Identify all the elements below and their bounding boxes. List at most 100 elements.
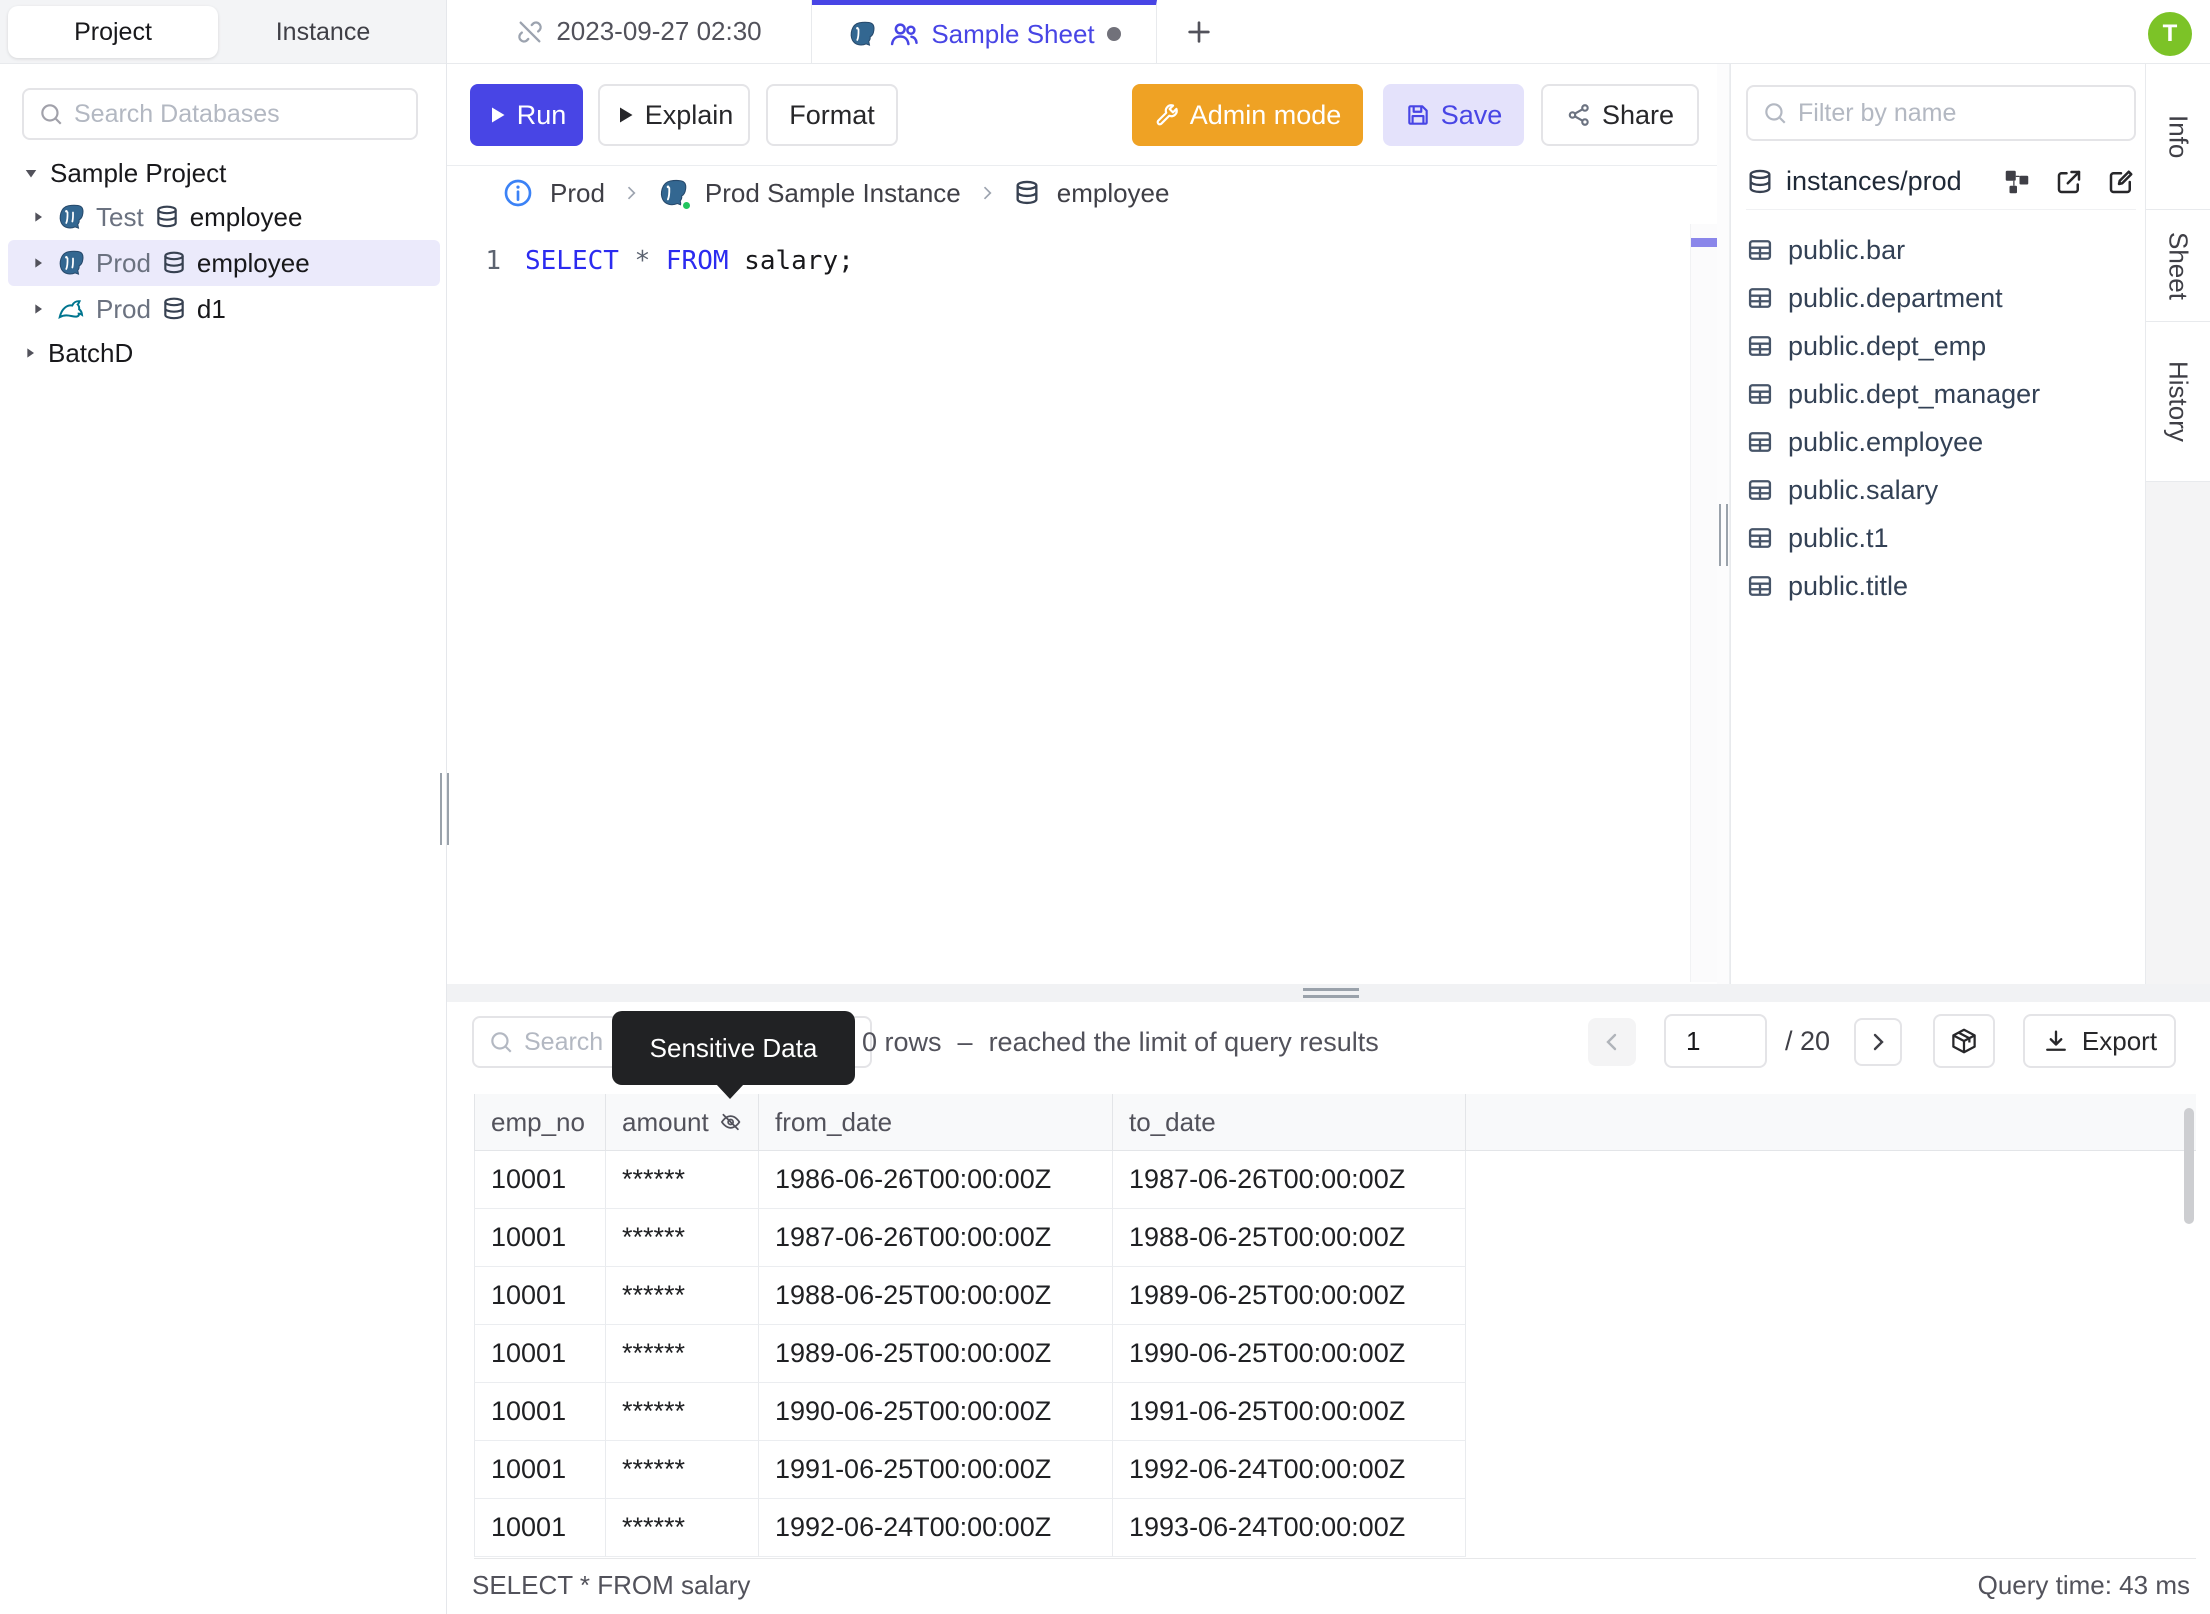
download-icon bbox=[2046, 1030, 2066, 1051]
table-list-item[interactable]: public.title bbox=[1746, 562, 2136, 610]
save-button[interactable]: Save bbox=[1383, 84, 1524, 146]
cell[interactable]: 1993-06-24T00:00:00Z bbox=[1113, 1499, 1466, 1557]
breadcrumb-environment[interactable]: Prod bbox=[550, 178, 605, 209]
cell[interactable]: 1990-06-25T00:00:00Z bbox=[759, 1383, 1113, 1441]
cell[interactable]: 1991-06-25T00:00:00Z bbox=[759, 1441, 1113, 1499]
cell[interactable]: ****** bbox=[606, 1151, 759, 1209]
tree-node-test-employee[interactable]: Test employee bbox=[8, 194, 440, 240]
tab-history[interactable]: History bbox=[2146, 322, 2210, 482]
cell[interactable]: 10001 bbox=[474, 1267, 606, 1325]
cell-filler bbox=[1466, 1383, 2196, 1441]
tab-info[interactable]: Info bbox=[2146, 64, 2210, 210]
tab-instance[interactable]: Instance bbox=[218, 6, 428, 58]
table-list-item[interactable]: public.employee bbox=[1746, 418, 2136, 466]
filter-box bbox=[1746, 85, 2136, 141]
cell[interactable]: 1987-06-26T00:00:00Z bbox=[759, 1209, 1113, 1267]
tree-node-prod-d1[interactable]: Prod d1 bbox=[8, 286, 440, 332]
panel-divider bbox=[1717, 64, 1730, 984]
cell[interactable]: 1989-06-25T00:00:00Z bbox=[759, 1325, 1113, 1383]
cell[interactable]: ****** bbox=[606, 1325, 759, 1383]
table-list-item[interactable]: public.salary bbox=[1746, 466, 2136, 514]
breadcrumb-instance[interactable]: Prod Sample Instance bbox=[705, 178, 961, 209]
right-tab-strip: Info Sheet History bbox=[2145, 64, 2210, 984]
eye-off-icon[interactable] bbox=[719, 1110, 742, 1134]
cell[interactable]: 1988-06-25T00:00:00Z bbox=[1113, 1209, 1466, 1267]
cell[interactable]: 1988-06-25T00:00:00Z bbox=[759, 1267, 1113, 1325]
environment-label: Prod bbox=[96, 293, 151, 324]
table-name: public.t1 bbox=[1788, 522, 1889, 553]
save-icon bbox=[1407, 105, 1428, 125]
unsaved-indicator-dot bbox=[1106, 27, 1121, 41]
database-tree: Sample Project Test employee Prod employ… bbox=[8, 152, 440, 374]
sheet-tab-active[interactable]: Sample Sheet bbox=[812, 0, 1157, 63]
results-splitter bbox=[447, 984, 2210, 1002]
table-list-item[interactable]: public.department bbox=[1746, 274, 2136, 322]
environment-label: Prod bbox=[96, 247, 151, 278]
tab-project[interactable]: Project bbox=[8, 6, 218, 58]
tree-node-prod-employee[interactable]: Prod employee bbox=[8, 240, 440, 286]
search-icon bbox=[1765, 103, 1786, 124]
sidebar-resize-handle[interactable] bbox=[440, 773, 449, 845]
result-view-mode-button[interactable] bbox=[1933, 1014, 1995, 1068]
next-page-button[interactable] bbox=[1854, 1018, 1902, 1066]
cell[interactable]: 1992-06-24T00:00:00Z bbox=[759, 1499, 1113, 1557]
sql-code-editor[interactable]: 1 SELECT * FROM salary; bbox=[447, 220, 1717, 984]
format-button[interactable]: Format bbox=[766, 84, 898, 146]
admin-mode-label: Admin mode bbox=[1189, 99, 1342, 130]
filter-by-name-input[interactable] bbox=[1798, 98, 2120, 128]
cell[interactable]: 1992-06-24T00:00:00Z bbox=[1113, 1441, 1466, 1499]
tree-node-sample-project[interactable]: Sample Project bbox=[8, 152, 440, 194]
cell[interactable]: 10001 bbox=[474, 1441, 606, 1499]
admin-mode-button[interactable]: Admin mode bbox=[1132, 84, 1363, 146]
cell[interactable]: ****** bbox=[606, 1209, 759, 1267]
cell[interactable]: 1991-06-25T00:00:00Z bbox=[1113, 1383, 1466, 1441]
limit-message: reached the limit of query results bbox=[988, 1026, 1379, 1057]
cell[interactable]: ****** bbox=[606, 1499, 759, 1557]
results-scrollbar-thumb[interactable] bbox=[2184, 1108, 2194, 1224]
page-number-input[interactable] bbox=[1664, 1014, 1767, 1068]
cell[interactable]: ****** bbox=[606, 1383, 759, 1441]
edit-icon[interactable] bbox=[2106, 167, 2136, 197]
cell[interactable]: 1986-06-26T00:00:00Z bbox=[759, 1151, 1113, 1209]
schema-diagram-icon[interactable] bbox=[2002, 167, 2032, 197]
cell[interactable]: 10001 bbox=[474, 1151, 606, 1209]
export-label: Export bbox=[2081, 1025, 2158, 1056]
cell[interactable]: 10001 bbox=[474, 1209, 606, 1267]
search-databases-input[interactable] bbox=[74, 99, 402, 129]
info-icon[interactable] bbox=[502, 177, 534, 209]
new-sheet-button[interactable] bbox=[1167, 0, 1231, 63]
table-list-item[interactable]: public.bar bbox=[1746, 226, 2136, 274]
cell-filler bbox=[1466, 1209, 2196, 1267]
run-button[interactable]: Run bbox=[470, 84, 583, 146]
tree-node-batchd[interactable]: BatchD bbox=[8, 332, 440, 374]
cell[interactable]: ****** bbox=[606, 1267, 759, 1325]
sheet-tab-unsaved[interactable]: 2023-09-27 02:30 bbox=[467, 0, 812, 63]
line-number: 1 bbox=[485, 246, 501, 276]
cell[interactable]: ****** bbox=[606, 1441, 759, 1499]
external-link-icon[interactable] bbox=[2054, 167, 2084, 197]
results-table: emp_no amount from_date to_date 10001 **… bbox=[474, 1094, 2196, 1557]
top-bar: 2023-09-27 02:30 Sample Sheet T bbox=[447, 0, 2210, 64]
database-icon bbox=[1016, 180, 1038, 205]
breadcrumb-database[interactable]: employee bbox=[1057, 178, 1170, 209]
table-icon bbox=[1748, 288, 1772, 308]
panel-resize-handle[interactable] bbox=[1719, 504, 1728, 566]
cell[interactable]: 10001 bbox=[474, 1325, 606, 1383]
tab-sheet[interactable]: Sheet bbox=[2146, 210, 2210, 322]
explain-button[interactable]: Explain bbox=[598, 84, 750, 146]
export-button[interactable]: Export bbox=[2023, 1014, 2176, 1068]
cell[interactable]: 10001 bbox=[474, 1383, 606, 1441]
cell[interactable]: 1990-06-25T00:00:00Z bbox=[1113, 1325, 1466, 1383]
cell[interactable]: 1989-06-25T00:00:00Z bbox=[1113, 1267, 1466, 1325]
table-list-item[interactable]: public.dept_manager bbox=[1746, 370, 2136, 418]
table-list-item[interactable]: public.dept_emp bbox=[1746, 322, 2136, 370]
cell[interactable]: 1987-06-26T00:00:00Z bbox=[1113, 1151, 1466, 1209]
results-resize-handle[interactable] bbox=[1303, 988, 1359, 998]
cell[interactable]: 10001 bbox=[474, 1499, 606, 1557]
share-button[interactable]: Share bbox=[1541, 84, 1699, 146]
user-avatar[interactable]: T bbox=[2148, 12, 2192, 56]
prev-page-button[interactable] bbox=[1588, 1018, 1636, 1066]
table-list-item[interactable]: public.t1 bbox=[1746, 514, 2136, 562]
table-icon bbox=[1748, 384, 1772, 404]
editor-overview-ruler[interactable] bbox=[1690, 224, 1717, 982]
